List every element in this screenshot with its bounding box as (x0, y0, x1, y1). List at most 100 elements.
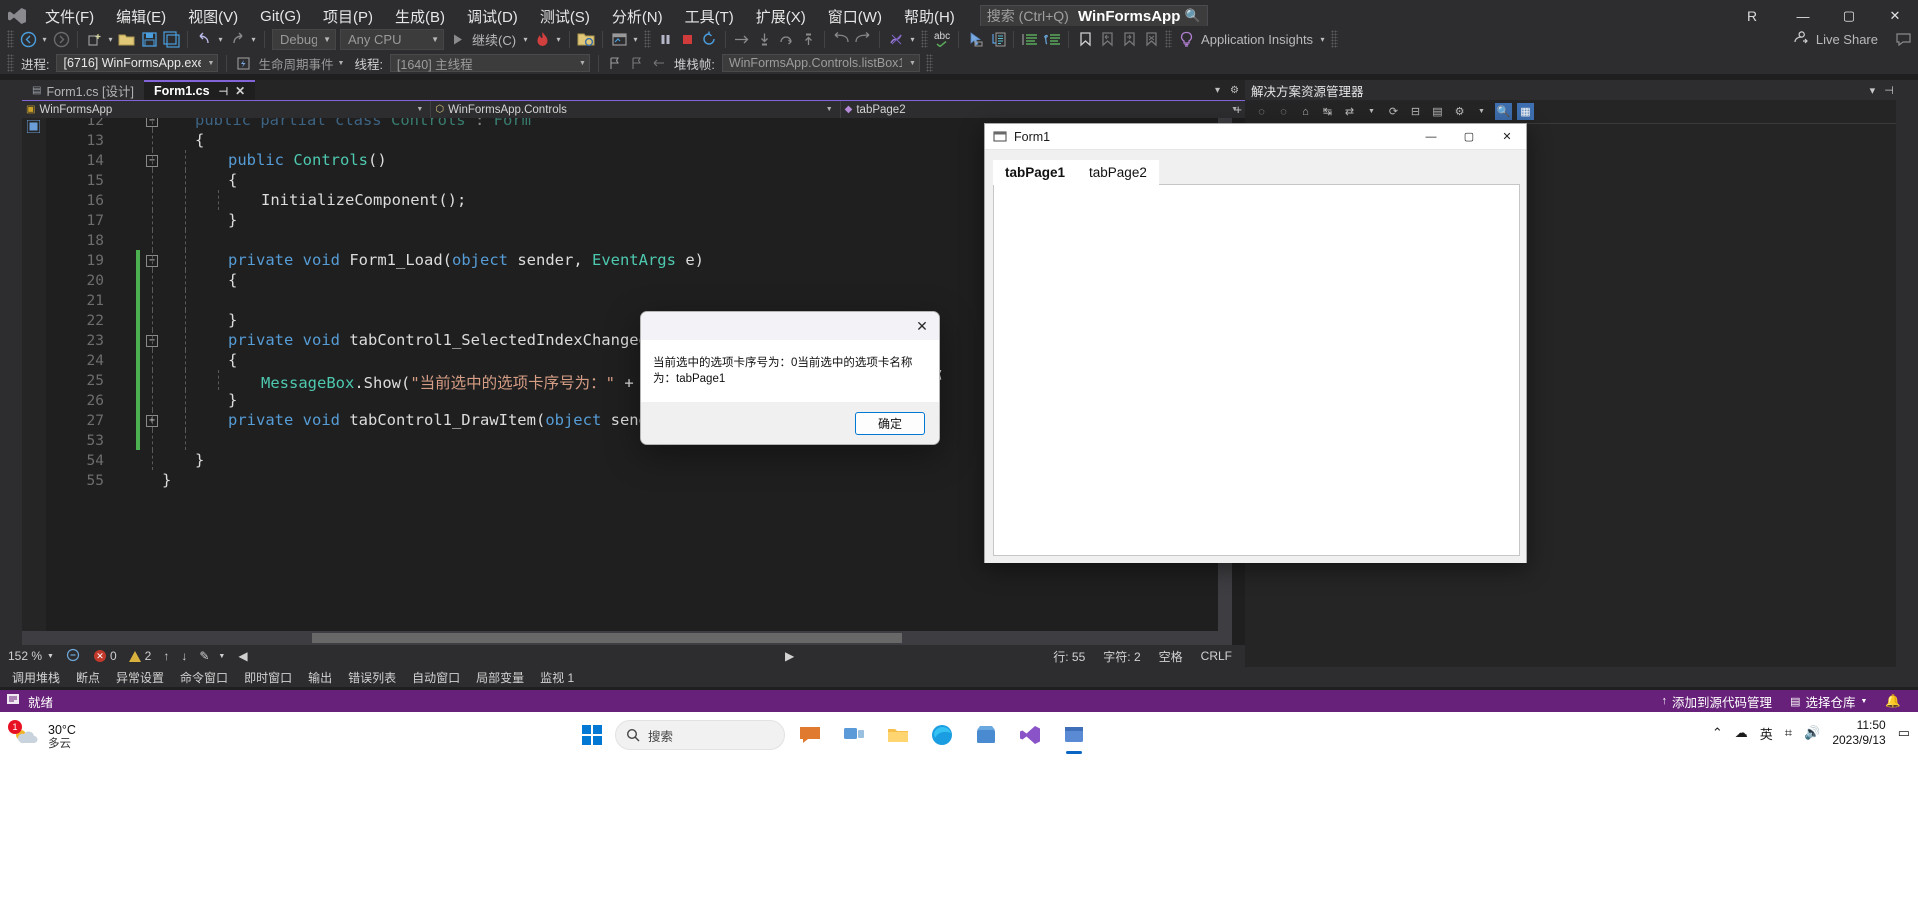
uncomment-lines-icon[interactable] (1041, 28, 1063, 50)
left-tool-rail[interactable] (0, 80, 22, 667)
taskbar-taskview-icon[interactable] (835, 718, 873, 752)
find-replace-icon[interactable] (885, 28, 907, 50)
code-line-text[interactable]: } (195, 451, 204, 469)
zoom-level-selector[interactable]: 152 % ▼ (4, 649, 58, 663)
code-line-text[interactable]: public partial class Controls : Form (195, 118, 531, 129)
break-all-icon[interactable] (654, 28, 676, 50)
comment-lines-icon[interactable] (1019, 28, 1041, 50)
toolbar-grip-5[interactable] (1331, 30, 1339, 48)
navbar-project-dropdown[interactable]: ▣ WinFormsApp ▼ (22, 101, 432, 118)
back-arrow-icon[interactable] (830, 28, 852, 50)
navigate-forward-icon[interactable] (50, 28, 72, 50)
new-project-dropdown-icon[interactable]: ▾ (105, 35, 116, 44)
continue-dropdown-icon[interactable]: ▾ (520, 35, 531, 44)
se-refresh-icon[interactable]: ⟳ (1385, 103, 1402, 120)
select-tool-icon[interactable] (964, 28, 986, 50)
se-show-all-files-icon[interactable]: ▤ (1429, 103, 1446, 120)
eol-indicator[interactable]: CRLF (1192, 649, 1241, 663)
code-line-text[interactable]: { (195, 131, 204, 149)
toolbar-grip[interactable] (7, 30, 14, 48)
tab-watch-1[interactable]: 监视 1 (532, 667, 582, 687)
stop-debugging-icon[interactable] (676, 28, 698, 50)
tray-expand-icon[interactable]: ⌃ (1712, 725, 1723, 741)
se-sync-chevron-icon[interactable]: ▼ (1363, 103, 1380, 120)
lifecycle-chevron-icon[interactable]: ▼ (338, 60, 351, 67)
tab-immediate-window[interactable]: 即时窗口 (236, 667, 300, 687)
select-repository[interactable]: ▤ 选择仓库 ▼ (1781, 692, 1876, 711)
save-all-icon[interactable] (160, 28, 182, 50)
se-collapse-all-icon[interactable]: ⊟ (1407, 103, 1424, 120)
add-member-icon[interactable]: + (1234, 102, 1242, 117)
panel-pin-icon[interactable]: ⊣ (1884, 84, 1894, 97)
spellcheck-icon[interactable]: abc (931, 28, 953, 50)
code-line-text[interactable]: } (162, 471, 171, 489)
se-home-icon[interactable]: ⌂ (1297, 103, 1314, 120)
tab-options-icon[interactable]: ⚙ (1230, 85, 1239, 96)
notifications-bell-icon[interactable]: 🔔 (1876, 694, 1910, 709)
app-minimize-button[interactable]: — (1412, 124, 1450, 150)
tab-form1-cs[interactable]: Form1.cs ⊣ ✕ (143, 80, 256, 100)
debug-target-icon[interactable] (575, 28, 597, 50)
code-line-text[interactable]: { (228, 171, 237, 189)
flag-thread-icon[interactable] (604, 52, 626, 74)
solution-configuration-dropdown[interactable]: Debug ▼ (272, 28, 336, 50)
editor-horizontal-scrollbar[interactable] (22, 631, 1232, 645)
save-icon[interactable] (138, 28, 160, 50)
code-line-text[interactable]: } (228, 391, 237, 409)
tab-locals[interactable]: 局部变量 (468, 667, 532, 687)
taskbar-visual-studio-icon[interactable] (1011, 718, 1049, 752)
show-next-statement-icon[interactable] (731, 28, 753, 50)
code-line-text[interactable]: { (228, 351, 237, 369)
right-tool-rail[interactable] (1896, 80, 1918, 667)
volume-icon[interactable]: 🔊 (1804, 725, 1820, 741)
scroll-right-icon[interactable]: ▶ (776, 649, 1044, 663)
taskbar-file-explorer-icon[interactable] (879, 718, 917, 752)
tab-command-window[interactable]: 命令窗口 (172, 667, 236, 687)
app-close-button[interactable]: ✕ (1488, 124, 1526, 150)
application-insights-label[interactable]: Application Insights (1197, 32, 1317, 47)
hot-reload-icon[interactable] (531, 28, 553, 50)
code-line-text[interactable]: private void Form1_Load(object sender, E… (228, 251, 704, 269)
taskbar-chat-icon[interactable] (791, 718, 829, 752)
undo-dropdown-icon[interactable]: ▾ (215, 35, 226, 44)
navbar-member-dropdown[interactable]: ◆ tabPage2 ▼ + (841, 101, 1245, 118)
toolbar-grip-2[interactable] (644, 30, 652, 48)
breakpoint-gutter[interactable] (22, 118, 46, 645)
navbar-class-dropdown[interactable]: ⬡ WinFormsApp.Controls ▼ (431, 101, 841, 118)
show-threads-icon[interactable] (626, 52, 648, 74)
tabpage1-tab[interactable]: tabPage1 (993, 160, 1078, 185)
taskbar-clock[interactable]: 11:50 2023/9/13 (1832, 718, 1885, 748)
taskbar-winforms-app-icon[interactable] (1055, 718, 1093, 754)
new-project-icon[interactable] (83, 28, 105, 50)
add-to-source-control[interactable]: ↑ 添加到源代码管理 (1653, 692, 1782, 711)
toolbar-grip-3[interactable] (921, 30, 929, 48)
messagebox-close-button[interactable]: ✕ (905, 312, 939, 340)
layout-dropdown-icon[interactable]: ▾ (630, 35, 641, 44)
feedback-icon[interactable] (1892, 28, 1914, 50)
step-into-icon[interactable] (753, 28, 775, 50)
code-line-text[interactable]: MessageBox.Show("当前选中的选项卡序号为：" + tabCo (261, 371, 690, 393)
quick-actions-icon[interactable]: ✎ (193, 649, 215, 663)
previous-issue-icon[interactable]: ↑ (157, 649, 175, 663)
navigate-back-dropdown-icon[interactable]: ▾ (39, 35, 50, 44)
tab-list-chevron-icon[interactable]: ▾ (1215, 85, 1220, 96)
se-back-icon[interactable]: ◌ (1253, 103, 1270, 120)
messagebox-dialog[interactable]: ✕ 当前选中的选项卡序号为：0当前选中的选项卡名称为：tabPage1 确定 (640, 311, 940, 445)
app-maximize-button[interactable]: ▢ (1450, 124, 1488, 150)
step-over-icon[interactable] (775, 28, 797, 50)
tabpage2-tab[interactable]: tabPage2 (1077, 160, 1159, 185)
continue-label[interactable]: 继续(C) (468, 30, 520, 49)
panel-chevron-icon[interactable]: ▾ (1870, 84, 1876, 97)
live-share-icon[interactable] (1790, 28, 1812, 50)
process-dropdown[interactable]: [6716] WinFormsApp.exe ▼ (56, 54, 219, 72)
taskbar-store-icon[interactable] (967, 718, 1005, 752)
code-line-text[interactable]: public Controls() (228, 151, 387, 169)
clear-bookmarks-icon[interactable] (1140, 28, 1162, 50)
tab-call-stack[interactable]: 调用堆栈 (4, 667, 68, 687)
stack-frame-dropdown[interactable]: WinFormsApp.Controls.listBox1_Select ▼ (721, 54, 920, 72)
code-line-text[interactable]: } (228, 211, 237, 229)
start-button-icon[interactable] (575, 718, 609, 752)
undo-icon[interactable] (193, 28, 215, 50)
ime-indicator[interactable]: 英 (1760, 724, 1773, 743)
solution-platform-dropdown[interactable]: Any CPU ▼ (340, 28, 444, 50)
